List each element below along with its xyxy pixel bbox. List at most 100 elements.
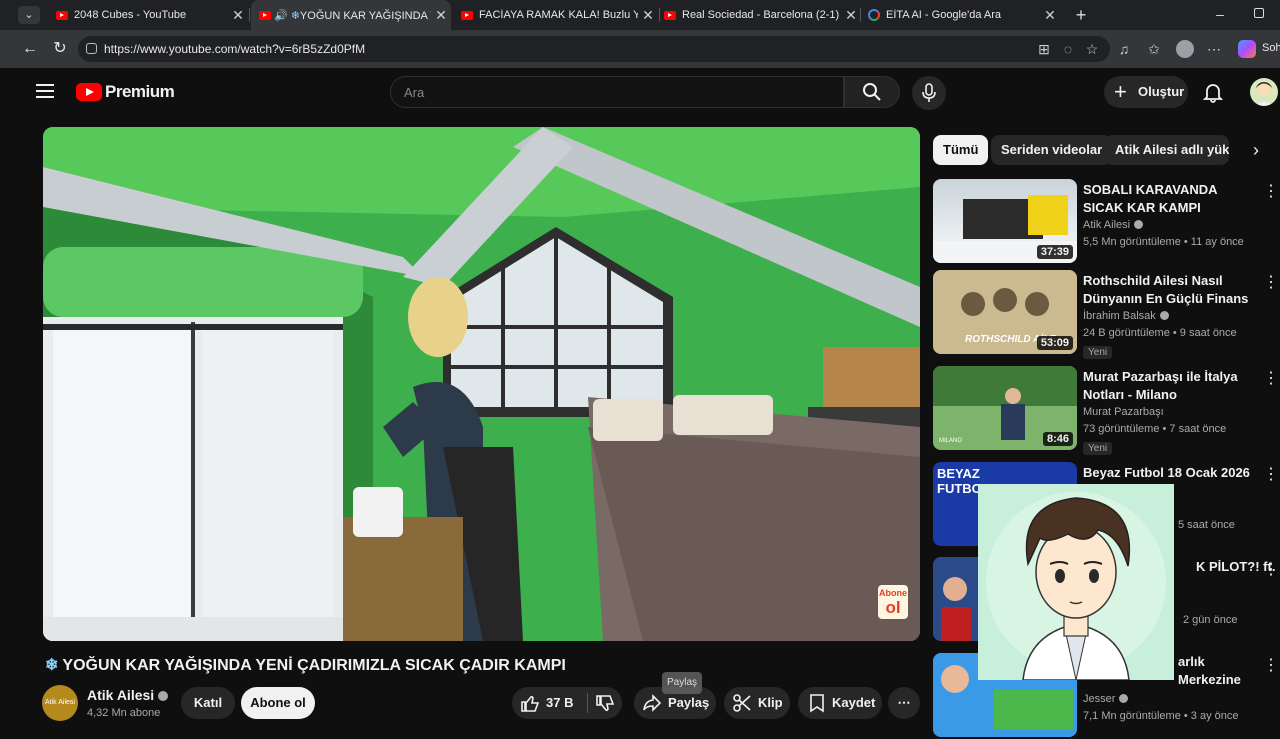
clip-button[interactable]: Klip xyxy=(724,687,790,719)
more-options-icon[interactable]: ⋮ xyxy=(1263,464,1279,484)
plus-icon: + xyxy=(1114,79,1127,104)
browser-tab-bar: ⌄ 2048 Cubes - YouTube ✕ 🔊 ❄YOĞUN KAR YA… xyxy=(0,0,1280,30)
site-info-icon[interactable] xyxy=(86,43,97,54)
close-tab-icon[interactable]: ✕ xyxy=(841,7,861,24)
youtube-favicon-icon xyxy=(664,10,676,20)
join-button[interactable]: Katıl xyxy=(181,687,235,719)
url-text[interactable]: https://www.youtube.com/watch?v=6rB5zZd0… xyxy=(104,42,365,56)
browser-tab-active[interactable]: 🔊 ❄YOĞUN KAR YAĞIŞINDA YENİ ÇADIRIMIZLA … xyxy=(251,0,451,30)
browser-tab[interactable]: Real Sociedad - Barcelona (2-1) - Maç Öz… xyxy=(656,0,861,30)
maximize-window-icon[interactable] xyxy=(1254,8,1264,18)
close-tab-icon[interactable]: ✕ xyxy=(1040,7,1060,24)
video-duration: 53:09 xyxy=(1036,336,1073,350)
recommended-meta: 7,1 Mn görüntüleme • 3 ay önce xyxy=(1083,710,1239,722)
browser-tab[interactable]: FACİAYA RAMAK KALA! Buzlu Yolda ✕ xyxy=(453,0,658,30)
reload-icon[interactable]: ↻ xyxy=(50,39,70,59)
favorite-star-icon[interactable]: ☆ xyxy=(1084,41,1100,57)
save-button[interactable]: Kaydet xyxy=(798,687,882,719)
media-control-icon[interactable]: ♫ xyxy=(1116,41,1132,57)
anime-character-image xyxy=(978,484,1174,680)
recommended-title[interactable]: arlık Merkezine Özel Tur xyxy=(1178,653,1268,689)
browser-tab[interactable]: 2048 Cubes - YouTube ✕ xyxy=(48,0,248,30)
like-button[interactable]: 37 B xyxy=(512,687,586,719)
close-tab-icon[interactable]: ✕ xyxy=(431,7,451,24)
recommended-title[interactable]: Rothschild Ailesi Nasıl Dünyanın En Güçl… xyxy=(1083,272,1261,308)
video-thumbnail[interactable]: MILANO 8:46 xyxy=(933,366,1077,450)
address-bar[interactable]: https://www.youtube.com/watch?v=6rB5zZd0… xyxy=(78,36,1110,62)
channel-watermark[interactable]: Abone ol xyxy=(878,585,908,619)
more-actions-icon[interactable]: ⋯ xyxy=(888,687,920,719)
video-thumbnail[interactable]: ROTHSCHILD AİLE 53:09 xyxy=(933,270,1077,354)
close-tab-icon[interactable]: ✕ xyxy=(228,7,248,24)
browser-tab[interactable]: EİTA AI - Google'da Ara ✕ xyxy=(860,0,1060,30)
subscriber-count: 4,32 Mn abone xyxy=(87,707,161,719)
more-options-icon[interactable]: ⋮ xyxy=(1263,655,1279,675)
new-badge: Yeni xyxy=(1083,346,1113,359)
chevron-right-icon[interactable]: › xyxy=(1244,138,1268,162)
copilot-icon[interactable] xyxy=(1238,40,1256,58)
new-badge: Yeni xyxy=(1083,442,1113,455)
thumbnail-caption: MILANO xyxy=(939,438,963,444)
chip-all[interactable]: Tümü xyxy=(933,135,989,165)
profile-avatar[interactable] xyxy=(1176,40,1194,58)
more-options-icon[interactable]: ⋮ xyxy=(1263,272,1279,292)
speaker-icon[interactable]: 🔊 xyxy=(274,9,288,22)
video-player[interactable]: Abone ol xyxy=(43,127,920,641)
new-tab-button[interactable]: + xyxy=(1070,4,1092,26)
youtube-favicon-icon xyxy=(461,10,473,20)
recommended-channel[interactable]: Atik Ailesi xyxy=(1083,219,1144,231)
search-input[interactable]: Ara xyxy=(390,76,844,108)
recommended-meta: 5,5 Mn görüntüleme • 11 ay önce xyxy=(1083,236,1244,248)
recommended-meta: 5 saat önce xyxy=(1178,519,1235,531)
youtube-play-logo-icon xyxy=(76,83,102,101)
more-options-icon[interactable]: ⋮ xyxy=(1263,181,1279,201)
verified-badge-icon xyxy=(1134,220,1144,229)
browser-toolbar: ← ↻ https://www.youtube.com/watch?v=6rB5… xyxy=(0,30,1280,68)
subscribe-button[interactable]: Abone ol xyxy=(241,687,315,719)
recommended-channel[interactable]: İbrahim Balsak xyxy=(1083,310,1169,322)
app-available-icon[interactable]: ⊞ xyxy=(1036,41,1052,57)
video-thumbnail[interactable]: 37:39 xyxy=(933,179,1077,263)
account-avatar[interactable] xyxy=(1250,78,1278,106)
dislike-button[interactable] xyxy=(588,687,622,719)
tab-list-chevron-icon[interactable]: ⌄ xyxy=(18,6,40,24)
recommended-meta: 2 gün önce xyxy=(1183,614,1238,626)
tracking-prevention-icon[interactable]: ◌ xyxy=(1060,41,1076,57)
webcam-avatar-overlay xyxy=(978,484,1174,680)
youtube-favicon-icon xyxy=(56,10,68,20)
recommended-channel[interactable]: Jesser xyxy=(1083,693,1129,705)
close-tab-icon[interactable]: ✕ xyxy=(638,7,658,24)
channel-avatar[interactable]: Atik Ailesi xyxy=(42,685,78,721)
recommended-title[interactable]: Murat Pazarbaşı ile İtalya Notları - Mil… xyxy=(1083,368,1261,404)
recommended-meta: 73 görüntüleme • 7 saat önce xyxy=(1083,423,1227,435)
logo-premium-text: Premium xyxy=(105,82,175,101)
microphone-icon xyxy=(922,83,936,102)
verified-badge-icon xyxy=(1119,694,1129,703)
channel-name[interactable]: Atik Ailesi xyxy=(87,687,169,703)
chip-series[interactable]: Seriden videolar xyxy=(991,135,1113,165)
copilot-label[interactable]: Soh xyxy=(1262,42,1280,54)
video-duration: 37:39 xyxy=(1036,245,1073,259)
voice-search-button[interactable] xyxy=(912,76,946,110)
settings-more-icon[interactable]: ⋯ xyxy=(1206,41,1222,57)
recommended-video[interactable]: 37:39 SOBALI KARAVANDA SICAK KAR KAMPI A… xyxy=(933,179,1279,265)
youtube-logo[interactable]: Premium xyxy=(76,82,175,102)
more-options-icon[interactable]: ⋮ xyxy=(1263,559,1279,579)
recommended-title[interactable]: SOBALI KARAVANDA SICAK KAR KAMPI xyxy=(1083,181,1261,217)
recommended-video[interactable]: MILANO 8:46 Murat Pazarbaşı ile İtalya N… xyxy=(933,366,1279,455)
recommended-channel[interactable]: Murat Pazarbaşı xyxy=(1083,406,1164,418)
create-button[interactable]: + Oluştur xyxy=(1104,76,1188,108)
more-options-icon[interactable]: ⋮ xyxy=(1263,368,1279,388)
recommended-meta: 24 B görüntüleme • 9 saat önce xyxy=(1083,327,1237,339)
video-duration: 8:46 xyxy=(1042,432,1073,446)
minimize-window-icon[interactable]: – xyxy=(1212,6,1228,22)
thumbs-down-icon xyxy=(596,695,615,712)
favorites-icon[interactable]: ✩ xyxy=(1146,41,1162,57)
menu-hamburger-icon[interactable] xyxy=(36,84,54,98)
search-button[interactable] xyxy=(844,76,900,108)
recommended-video[interactable]: ROTHSCHILD AİLE 53:09 Rothschild Ailesi … xyxy=(933,270,1279,359)
back-arrow-icon[interactable]: ← xyxy=(20,39,40,59)
scissors-icon xyxy=(733,694,751,712)
chip-uploader[interactable]: Atik Ailesi adlı yükleyici xyxy=(1105,135,1229,165)
notifications-bell-icon[interactable] xyxy=(1202,81,1224,103)
